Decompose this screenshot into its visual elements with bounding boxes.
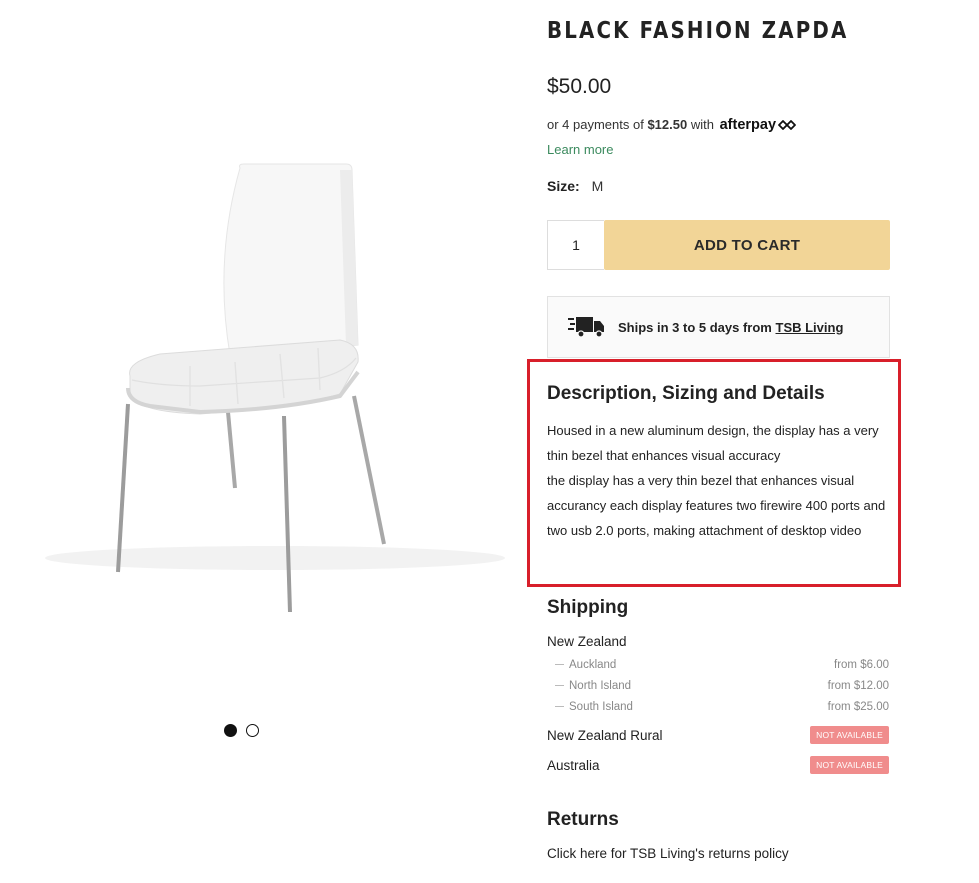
shipping-region: Australia NOT AVAILABLE — [547, 756, 889, 774]
region-name: New Zealand Rural — [547, 727, 663, 743]
subregion-price: from $12.00 — [827, 680, 889, 692]
description-body: Housed in a new aluminum design, the dis… — [547, 423, 886, 538]
subregion-name-wrap: Auckland — [555, 659, 616, 671]
subregion-price: from $25.00 — [827, 701, 889, 713]
dash-icon — [555, 664, 564, 666]
shipping-notice-label: Ships in 3 to 5 days from — [618, 319, 772, 335]
gallery-dot-2[interactable] — [246, 724, 259, 737]
afterpay-logo: afterpay — [720, 117, 797, 133]
shipping-subregion: North Island from $12.00 — [555, 680, 889, 692]
size-label: Size: — [547, 178, 580, 194]
afterpay-brand: afterpay — [719, 117, 777, 133]
shipping-region: New Zealand — [547, 634, 889, 649]
shipping-title: Shipping — [547, 597, 629, 618]
shipping-notice-text: Ships in 3 to 5 days from TSB Living — [618, 320, 843, 335]
add-to-cart-row: ADD TO CART — [547, 220, 890, 270]
not-available-badge: NOT AVAILABLE — [810, 726, 889, 744]
truck-icon — [568, 317, 604, 338]
shipping-subregion: South Island from $25.00 — [555, 701, 889, 713]
subregion-price: from $6.00 — [834, 659, 889, 671]
not-available-badge: NOT AVAILABLE — [810, 756, 889, 774]
subregion-name-wrap: North Island — [555, 680, 631, 692]
shipping-subregion: Auckland from $6.00 — [555, 659, 889, 671]
description-title: Description, Sizing and Details — [547, 383, 825, 404]
afterpay-info: or 4 payments of $12.50 with afterpay — [547, 117, 797, 133]
afterpay-loop-icon — [778, 120, 796, 130]
subregion-name: South Island — [569, 701, 633, 713]
returns-title: Returns — [547, 809, 619, 830]
afterpay-amount: $12.50 — [647, 117, 688, 132]
size-value: M — [591, 178, 604, 194]
dash-icon — [555, 685, 564, 687]
product-image — [45, 163, 505, 613]
product-gallery — [0, 0, 520, 883]
returns-policy-link[interactable]: Click here for TSB Living's returns poli… — [547, 846, 789, 861]
subregion-name-wrap: South Island — [555, 701, 633, 713]
vendor-link[interactable]: TSB Living — [776, 320, 844, 335]
afterpay-prefix: or 4 payments of — [547, 117, 644, 132]
add-to-cart-button[interactable]: ADD TO CART — [604, 220, 890, 270]
subregion-name: North Island — [569, 680, 632, 692]
subregion-name: Auckland — [569, 659, 617, 671]
gallery-dot-1[interactable] — [224, 724, 237, 737]
afterpay-learn-more-link[interactable]: Learn more — [547, 142, 613, 157]
product-price: $50.00 — [547, 75, 612, 98]
dash-icon — [555, 706, 564, 708]
shipping-region: New Zealand Rural NOT AVAILABLE — [547, 726, 889, 744]
size-row: Size: M — [547, 178, 603, 194]
region-name: New Zealand — [547, 634, 627, 649]
quantity-input[interactable] — [547, 220, 604, 270]
region-name: Australia — [547, 757, 600, 773]
gallery-pagination — [224, 724, 259, 737]
product-title: BLACK FASHION ZAPDA — [547, 18, 849, 44]
shipping-notice: Ships in 3 to 5 days from TSB Living — [547, 296, 890, 358]
afterpay-connector: with — [690, 117, 714, 132]
